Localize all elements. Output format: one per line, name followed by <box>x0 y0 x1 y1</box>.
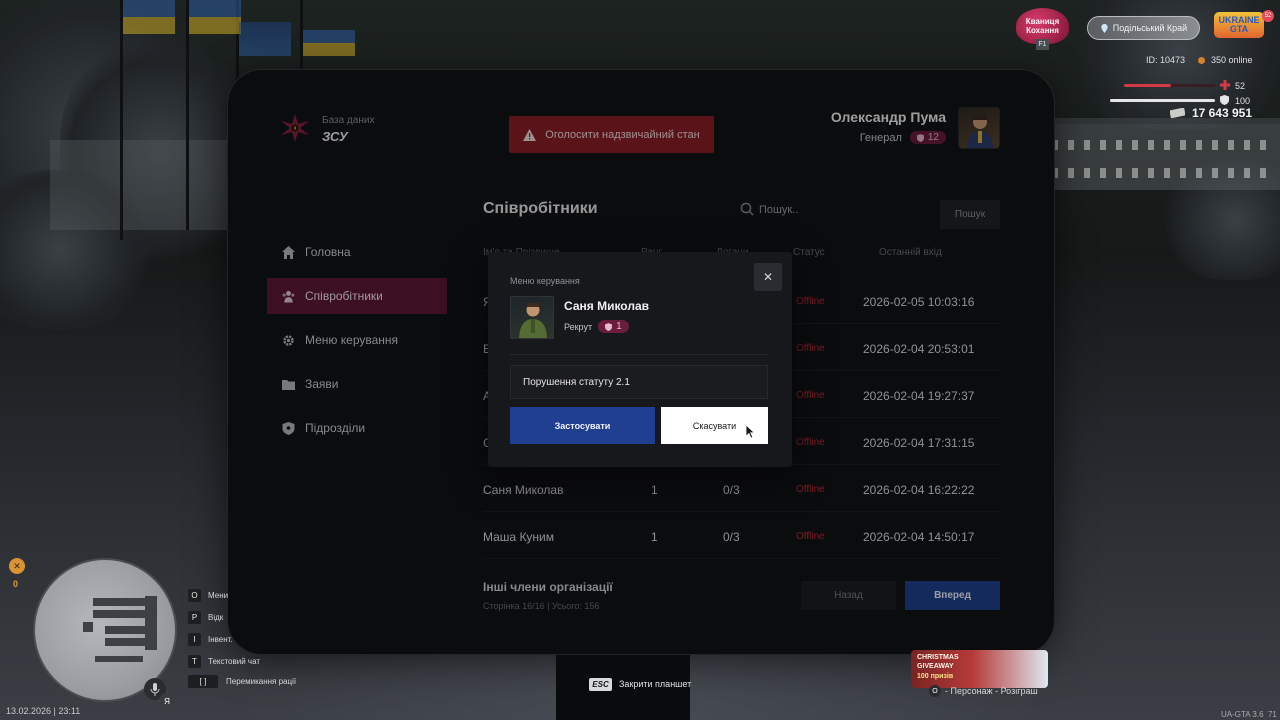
server-name-pill: Подільський Край <box>1087 16 1200 40</box>
key-hint-label: Інвент. <box>208 635 233 644</box>
money-value: 17 643 951 <box>1191 106 1252 120</box>
key-hint: P <box>188 611 201 624</box>
version-label: UA-GTA 3.6 71 <box>1221 710 1277 719</box>
flag-pole <box>186 0 189 230</box>
cash-icon <box>1169 108 1185 118</box>
notification-badge: 52 <box>1262 10 1274 22</box>
promo-line: 100 призів <box>917 673 954 680</box>
xp-value: 0 <box>13 579 19 589</box>
f1-key-hint: F1 <box>1036 39 1049 50</box>
key-hint: O <box>188 589 201 602</box>
divider <box>510 354 768 355</box>
date-time: 13.02.2026 | 23:11 <box>6 706 81 716</box>
armor-shield-icon <box>1220 95 1229 105</box>
promo-line: GIVEAWAY <box>917 663 954 670</box>
esc-key: ESC <box>589 678 612 691</box>
ukraine-flag <box>303 30 355 56</box>
armor-bar <box>1110 99 1215 102</box>
barracks-right <box>1048 118 1280 190</box>
key-hint-label: Мени <box>208 591 229 600</box>
version-text: UA-GTA 3.6 <box>1221 710 1264 719</box>
military-flag <box>239 22 291 56</box>
game-logo: UKRAINE GTA <box>1214 12 1264 38</box>
health-bar <box>1124 84 1172 87</box>
player-id: ID: 10473 <box>1145 55 1185 65</box>
mic-glyph-icon <box>150 682 160 696</box>
online-count: 350 online <box>1211 55 1253 65</box>
key-hint-label: Відк <box>208 613 224 622</box>
member-name: Саня Миколав <box>564 299 649 313</box>
key-hint: T <box>188 655 201 668</box>
member-avatar-image <box>519 303 547 338</box>
member-rank-label: Рекрут <box>564 321 593 332</box>
voice-label: Я <box>159 693 175 709</box>
key-hint: [ ] <box>188 675 218 688</box>
esc-close-hint: Закрити планшет <box>619 679 692 689</box>
promo-label: - Персонаж - Розіграш <box>945 686 1038 696</box>
key-hint-label: Текстовий чат <box>208 657 261 666</box>
money-display: 17 643 951 <box>1169 106 1252 120</box>
promo-key: O <box>929 685 941 697</box>
close-icon: ✕ <box>762 270 774 284</box>
window-row <box>1052 168 1272 178</box>
minimap-road <box>95 656 143 662</box>
health-bar-track <box>1124 84 1215 87</box>
location-icon <box>1101 23 1108 33</box>
ukraine-flag <box>123 0 175 34</box>
xp-icon: ✕ <box>9 558 25 574</box>
flag-pole <box>120 0 123 240</box>
member-rank-level: 1 <box>616 321 622 332</box>
control-menu-modal: Меню керування ✕ Саня Миколав Рекрут 1 З… <box>488 252 792 467</box>
reason-input[interactable] <box>510 365 768 399</box>
version-extra: 71 <box>1267 710 1277 719</box>
server-name: Подільський Край <box>1112 23 1188 33</box>
health-cross-icon <box>1220 80 1230 90</box>
mouse-cursor-icon <box>746 425 756 439</box>
member-rank: Рекрут 1 <box>564 320 629 333</box>
key-hint-label: Перемикання рації <box>226 677 297 686</box>
event-logo-text: Кваниця Кохання <box>1025 17 1060 35</box>
modal-title: Меню керування <box>510 276 580 286</box>
online-indicator-icon <box>1198 57 1205 64</box>
apply-button[interactable]: Застосувати <box>510 407 655 444</box>
game-logo-text: UKRAINE GTA <box>1218 15 1260 34</box>
tablet-screen: База даних ЗСУ Оголосити надзвичайний ст… <box>246 89 1026 631</box>
health-value: 52 <box>1235 81 1246 91</box>
christmas-giveaway-banner[interactable]: CHRISTMAS GIVEAWAY 100 призів <box>911 650 1048 688</box>
promo-line: CHRISTMAS <box>917 654 959 661</box>
key-hint: I <box>188 633 201 646</box>
rank-shield-icon <box>605 322 613 331</box>
member-avatar <box>510 296 554 339</box>
barracks-left <box>50 140 230 230</box>
minimap-building <box>83 622 93 632</box>
ukraine-flag <box>189 0 241 34</box>
armor-value: 100 <box>1235 96 1251 106</box>
armor-bar-track <box>1110 99 1215 102</box>
member-rank-badge: 1 <box>598 320 629 333</box>
minimap-building <box>145 596 157 650</box>
close-button[interactable]: ✕ <box>754 263 782 291</box>
window-row <box>1052 140 1272 150</box>
